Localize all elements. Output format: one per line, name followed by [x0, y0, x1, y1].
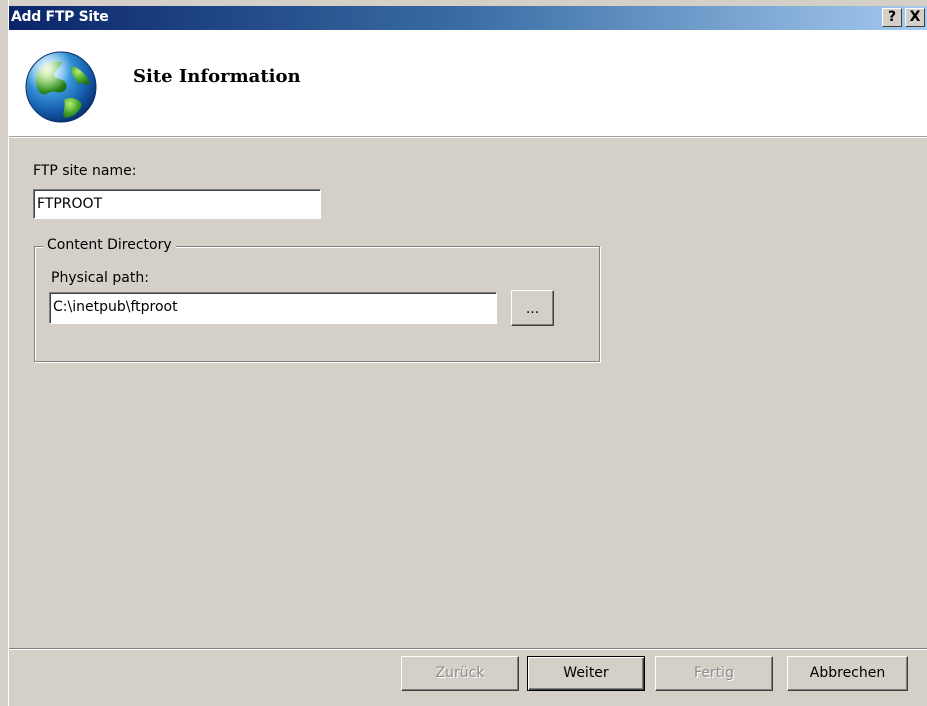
physical-path-input[interactable]: C:\inetpub\ftproot — [49, 292, 497, 324]
wizard-header: Site Information — [9, 30, 927, 137]
title-bar[interactable]: Add FTP Site ? X — [9, 6, 927, 30]
content-directory-legend: Content Directory — [43, 237, 176, 253]
window-title: Add FTP Site — [11, 9, 109, 25]
add-ftp-site-dialog: Add FTP Site ? X Site Information FTP si… — [8, 0, 927, 706]
header-divider — [9, 137, 927, 138]
help-button[interactable]: ? — [882, 8, 902, 27]
footer-divider — [9, 648, 927, 650]
browse-button[interactable]: ... — [511, 290, 554, 326]
close-button[interactable]: X — [905, 8, 925, 27]
site-name-label: FTP site name: — [33, 163, 137, 179]
next-button[interactable]: Weiter — [527, 656, 645, 691]
site-name-input[interactable]: FTPROOT — [33, 189, 321, 219]
globe-icon — [25, 51, 97, 123]
cancel-button[interactable]: Abbrechen — [787, 656, 908, 691]
physical-path-label: Physical path: — [51, 270, 149, 286]
back-button[interactable]: Zurück — [401, 656, 519, 691]
finish-button[interactable]: Fertig — [655, 656, 773, 691]
page-title: Site Information — [133, 66, 301, 87]
